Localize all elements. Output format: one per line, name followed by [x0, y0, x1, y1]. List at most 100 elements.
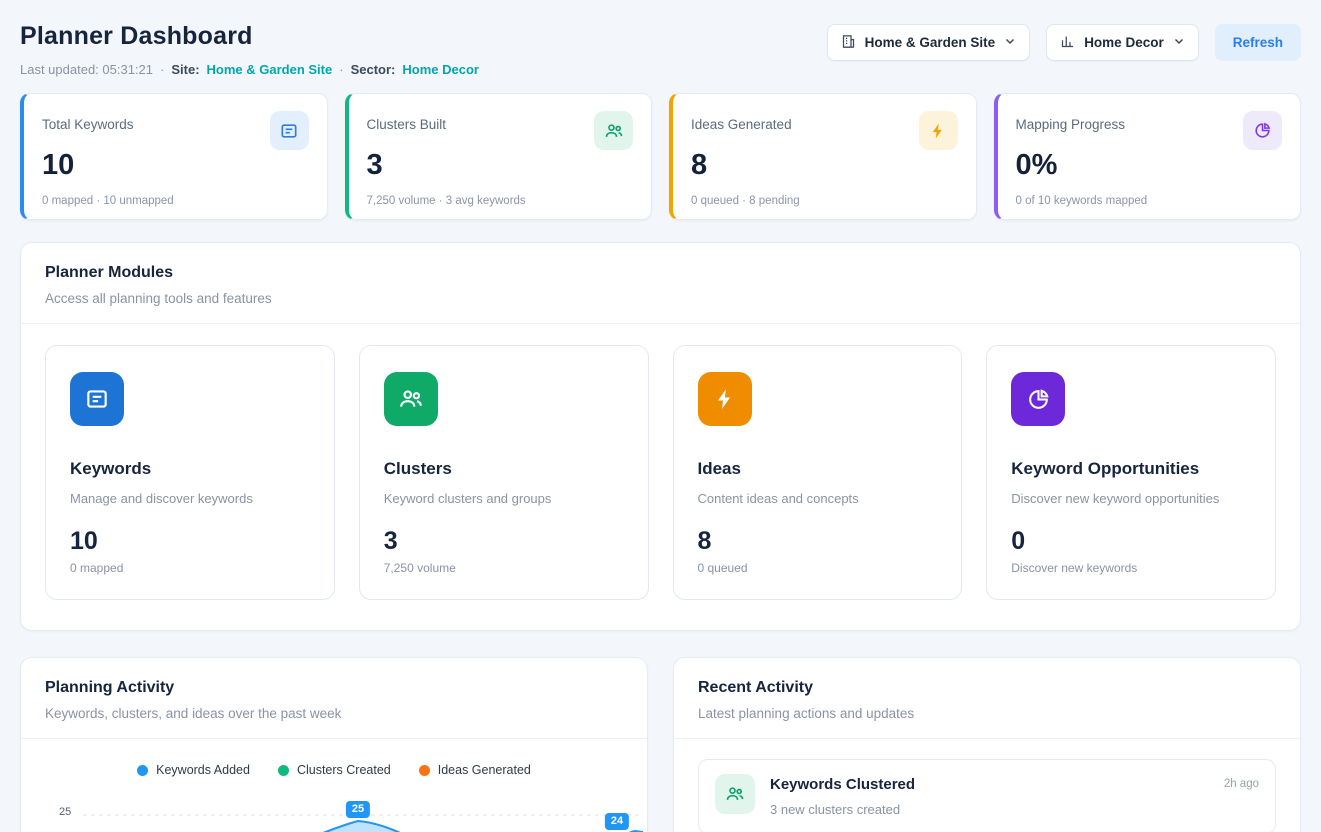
module-description: Manage and discover keywords: [70, 491, 310, 506]
legend-label: Ideas Generated: [438, 763, 531, 777]
stat-label: Clusters Built: [367, 111, 447, 132]
header-controls: Home & Garden Site Home Decor Refresh: [827, 24, 1301, 61]
activity-item-description: 3 new clusters created: [770, 802, 1209, 817]
legend-label: Keywords Added: [156, 763, 250, 777]
planner-modules-panel: Planner Modules Access all planning tool…: [20, 242, 1301, 631]
area-chart: 25 25 24: [21, 791, 647, 832]
stat-subtext: 0 queued · 8 pending: [691, 195, 958, 207]
pie-chart-icon: [1011, 372, 1065, 426]
data-point-label: 25: [346, 801, 370, 818]
module-value: 10: [70, 527, 310, 556]
recent-activity-panel: Recent Activity Latest planning actions …: [673, 657, 1301, 832]
site-link[interactable]: Home & Garden Site: [207, 62, 333, 77]
users-icon: [715, 774, 755, 814]
stat-value: 10: [42, 150, 309, 182]
module-subtext: Discover new keywords: [1011, 561, 1251, 575]
stat-value: 8: [691, 150, 958, 182]
planner-dashboard-page: Planner Dashboard Last updated: 05:31:21…: [0, 0, 1321, 832]
legend-label: Clusters Created: [297, 763, 391, 777]
module-title: Ideas: [698, 459, 938, 479]
module-card-clusters[interactable]: Clusters Keyword clusters and groups 3 7…: [359, 345, 649, 600]
sector-link[interactable]: Home Decor: [402, 62, 479, 77]
sector-label: Sector:: [351, 62, 396, 77]
section-subtitle: Latest planning actions and updates: [698, 706, 1276, 721]
activity-item-timestamp: 2h ago: [1224, 774, 1259, 817]
sector-selector-value: Home Decor: [1084, 35, 1164, 50]
stat-subtext: 0 of 10 keywords mapped: [1016, 195, 1283, 207]
module-card-keywords[interactable]: Keywords Manage and discover keywords 10…: [45, 345, 335, 600]
legend-dot-blue: [137, 765, 148, 776]
stat-subtext: 0 mapped · 10 unmapped: [42, 195, 309, 207]
users-icon: [594, 111, 633, 150]
site-selector-dropdown[interactable]: Home & Garden Site: [827, 24, 1031, 61]
section-title: Planning Activity: [45, 679, 623, 697]
stat-value: 0%: [1016, 150, 1283, 182]
activity-item-body: Keywords Clustered 3 new clusters create…: [770, 774, 1209, 817]
module-title: Keyword Opportunities: [1011, 459, 1251, 479]
lightning-icon: [919, 111, 958, 150]
legend-dot-green: [278, 765, 289, 776]
module-subtext: 0 mapped: [70, 561, 310, 575]
section-title: Recent Activity: [698, 679, 1276, 697]
module-description: Content ideas and concepts: [698, 491, 938, 506]
data-point-label: 24: [605, 813, 629, 830]
module-value: 8: [698, 527, 938, 556]
stat-card-ideas-generated[interactable]: Ideas Generated 8 0 queued · 8 pending: [669, 93, 977, 220]
document-lines-icon: [70, 372, 124, 426]
module-card-keyword-opportunities[interactable]: Keyword Opportunities Discover new keywo…: [986, 345, 1276, 600]
bar-chart-icon: [1060, 34, 1075, 52]
module-card-grid: Keywords Manage and discover keywords 10…: [21, 324, 1300, 630]
module-description: Keyword clusters and groups: [384, 491, 624, 506]
activity-list-item[interactable]: Keywords Clustered 3 new clusters create…: [698, 759, 1276, 832]
activity-item-title: Keywords Clustered: [770, 774, 1209, 793]
planning-activity-header: Planning Activity Keywords, clusters, an…: [21, 658, 647, 739]
document-lines-icon: [270, 111, 309, 150]
planning-activity-panel: Planning Activity Keywords, clusters, an…: [20, 657, 648, 832]
stat-cards-row: Total Keywords 10 0 mapped · 10 unmapped…: [20, 93, 1301, 220]
page-header: Planner Dashboard Last updated: 05:31:21…: [20, 16, 1301, 77]
y-axis-tick: 25: [59, 806, 71, 818]
module-title: Keywords: [70, 459, 310, 479]
refresh-button[interactable]: Refresh: [1215, 24, 1301, 61]
stat-card-total-keywords[interactable]: Total Keywords 10 0 mapped · 10 unmapped: [20, 93, 328, 220]
separator-dot: ·: [339, 62, 343, 77]
lightning-icon: [698, 372, 752, 426]
legend-dot-orange: [419, 765, 430, 776]
module-title: Clusters: [384, 459, 624, 479]
module-value: 3: [384, 527, 624, 556]
chart-legend: Keywords Added Clusters Created Ideas Ge…: [21, 763, 647, 777]
stat-value: 3: [367, 150, 634, 182]
legend-item-clusters-created[interactable]: Clusters Created: [278, 763, 391, 777]
module-subtext: 7,250 volume: [384, 561, 624, 575]
legend-item-keywords-added[interactable]: Keywords Added: [137, 763, 250, 777]
stat-subtext: 7,250 volume · 3 avg keywords: [367, 195, 634, 207]
chevron-down-icon: [1173, 35, 1185, 50]
pie-chart-icon: [1243, 111, 1282, 150]
module-value: 0: [1011, 527, 1251, 556]
building-icon: [841, 34, 856, 52]
last-updated-text: Last updated: 05:31:21: [20, 62, 153, 77]
recent-activity-header: Recent Activity Latest planning actions …: [674, 658, 1300, 739]
legend-item-ideas-generated[interactable]: Ideas Generated: [419, 763, 531, 777]
stat-card-mapping-progress[interactable]: Mapping Progress 0% 0 of 10 keywords map…: [994, 93, 1302, 220]
separator-dot: ·: [160, 62, 164, 77]
planner-modules-header: Planner Modules Access all planning tool…: [21, 243, 1300, 324]
stat-label: Mapping Progress: [1016, 111, 1126, 132]
section-title: Planner Modules: [45, 264, 1276, 282]
module-card-ideas[interactable]: Ideas Content ideas and concepts 8 0 que…: [673, 345, 963, 600]
section-subtitle: Access all planning tools and features: [45, 291, 1276, 306]
stat-label: Ideas Generated: [691, 111, 792, 132]
module-description: Discover new keyword opportunities: [1011, 491, 1251, 506]
site-label: Site:: [171, 62, 199, 77]
bottom-panels-row: Planning Activity Keywords, clusters, an…: [20, 657, 1301, 832]
module-subtext: 0 queued: [698, 561, 938, 575]
page-subtitle: Last updated: 05:31:21 · Site: Home & Ga…: [20, 62, 479, 77]
header-left: Planner Dashboard Last updated: 05:31:21…: [20, 16, 479, 77]
stat-label: Total Keywords: [42, 111, 134, 132]
site-selector-value: Home & Garden Site: [865, 35, 996, 50]
page-title: Planner Dashboard: [20, 22, 479, 51]
sector-selector-dropdown[interactable]: Home Decor: [1046, 24, 1199, 61]
chevron-down-icon: [1004, 35, 1016, 50]
stat-card-clusters-built[interactable]: Clusters Built 3 7,250 volume · 3 avg ke…: [345, 93, 653, 220]
users-icon: [384, 372, 438, 426]
